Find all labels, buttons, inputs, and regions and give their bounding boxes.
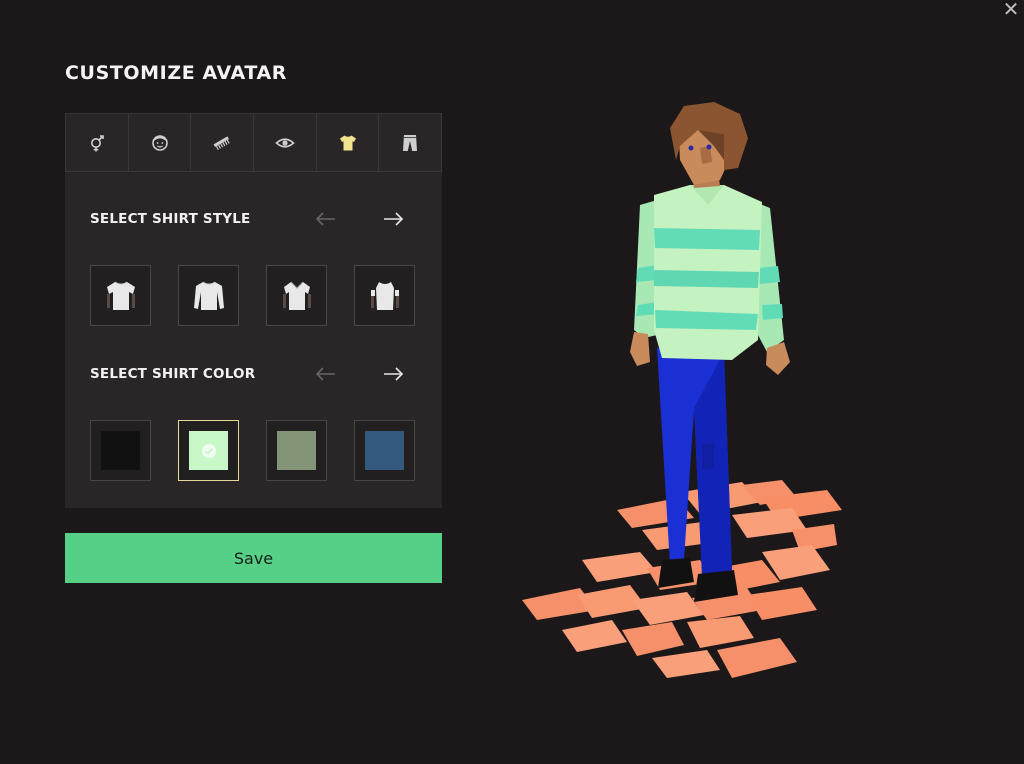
tab-face[interactable] (129, 114, 192, 171)
tshirt-style-icon (106, 281, 135, 310)
arrow-left-icon (315, 212, 335, 226)
save-button[interactable]: Save (65, 533, 442, 583)
face-icon (151, 134, 168, 151)
shirt-color-title: SELECT SHIRT COLOR (90, 366, 256, 382)
color-prev-button[interactable] (313, 364, 339, 384)
avatar-figure (522, 102, 842, 678)
arrow-right-icon (384, 367, 404, 381)
eye-icon (275, 137, 295, 148)
close-icon: ✕ (1002, 0, 1020, 21)
close-button[interactable]: ✕ (998, 0, 1024, 20)
shirt-icon (339, 135, 356, 150)
category-tabs (65, 113, 442, 172)
shirt-style-sleeveless[interactable] (354, 265, 415, 326)
tab-shirt[interactable] (317, 114, 380, 171)
tab-pants[interactable] (379, 114, 441, 171)
arrow-left-icon (315, 367, 335, 381)
shirt-style-long-sleeve[interactable] (178, 265, 239, 326)
shirt-color-swatch-2[interactable] (178, 420, 239, 481)
shirt-color-swatch-4[interactable] (354, 420, 415, 481)
pants-icon (403, 134, 418, 151)
style-prev-button[interactable] (313, 209, 339, 229)
shirt-style-title: SELECT SHIRT STYLE (90, 211, 251, 227)
color-swatch (277, 431, 316, 470)
check-circle-icon (201, 443, 216, 458)
shirt-color-swatch-3[interactable] (266, 420, 327, 481)
shirt-style-tshirt[interactable] (90, 265, 151, 326)
tab-gender[interactable] (66, 114, 129, 171)
page-title: CUSTOMIZE AVATAR (65, 62, 287, 84)
customize-panel: SELECT SHIRT STYLE SELECT SHIRT COLOR (65, 113, 442, 508)
arrow-right-icon (384, 212, 404, 226)
shirt-style-polo[interactable] (266, 265, 327, 326)
avatar-preview[interactable] (462, 90, 962, 700)
comb-icon (213, 135, 230, 150)
style-next-button[interactable] (380, 209, 406, 229)
color-swatch (365, 431, 404, 470)
polo-style-icon (282, 281, 311, 310)
shirt-color-swatch-1[interactable] (90, 420, 151, 481)
sleeveless-style-icon (370, 281, 399, 310)
gender-icon (90, 134, 104, 151)
tab-hair[interactable] (191, 114, 255, 171)
color-next-button[interactable] (380, 364, 406, 384)
color-swatch (189, 431, 228, 470)
long-sleeve-style-icon (193, 281, 224, 310)
color-swatch (101, 431, 140, 470)
tab-eyes[interactable] (254, 114, 317, 171)
